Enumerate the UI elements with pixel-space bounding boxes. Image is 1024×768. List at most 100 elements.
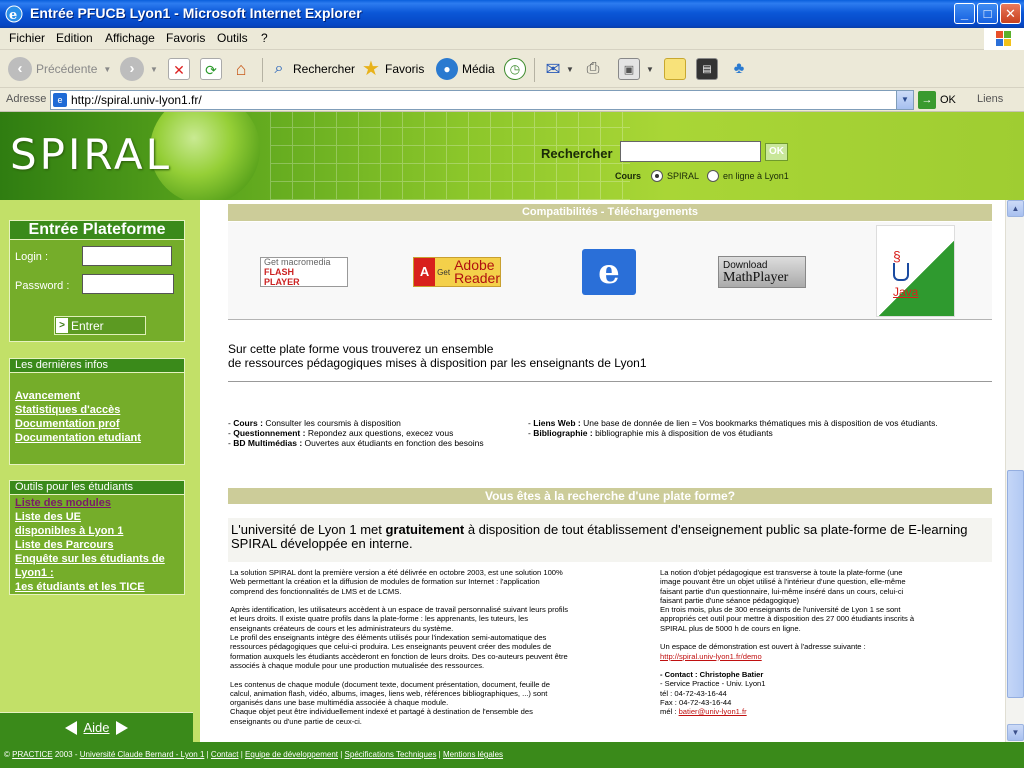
password-input[interactable]: [82, 274, 174, 294]
news-link-avancement[interactable]: Avancement: [15, 389, 184, 403]
scroll-thumb[interactable]: [1007, 470, 1024, 698]
back-label: Précédente: [36, 62, 98, 76]
edit-button[interactable]: ▣ ▼: [618, 56, 654, 82]
address-input[interactable]: e http://spiral.univ-lyon1.fr/ ▼: [50, 90, 914, 110]
tools-link-tice[interactable]: 1es étudiants et les TICE: [15, 580, 184, 594]
text-line: La solution SPIRAL dont la première vers…: [230, 568, 563, 577]
media-button[interactable]: ● Média: [436, 56, 495, 82]
forward-button[interactable]: › ▼: [120, 56, 158, 82]
arrow-right-icon[interactable]: [115, 720, 128, 735]
mathplayer-logo[interactable]: Download MathPlayer: [718, 256, 806, 288]
site-search-input[interactable]: [620, 141, 761, 162]
java-steam-icon: §: [893, 248, 901, 264]
intro-line-1: Sur cette plate forme vous trouverez un …: [228, 342, 494, 356]
feature-name: Liens Web: [533, 418, 576, 428]
refresh-button[interactable]: ⟳: [200, 56, 222, 82]
arrow-left-icon[interactable]: [65, 720, 78, 735]
mathplayer-name: MathPlayer: [723, 270, 789, 285]
menu-favoris[interactable]: Favoris: [166, 31, 205, 45]
description-left-column: La solution SPIRAL dont la première vers…: [230, 568, 640, 726]
text-line: En trois mois, plus de 300 enseignants d…: [660, 605, 901, 615]
login-label: Login :: [15, 251, 49, 263]
contact-email-link[interactable]: batier@univ-lyon1.fr: [679, 707, 747, 716]
radio-lyon[interactable]: [707, 170, 720, 182]
radio-lyon-label: en ligne à Lyon1: [723, 171, 789, 181]
news-link-doc-prof[interactable]: Documentation prof: [15, 417, 184, 431]
scroll-up-button[interactable]: ▲: [1007, 200, 1024, 217]
scope-label: Cours: [615, 171, 642, 181]
refresh-icon: ⟳: [200, 58, 222, 80]
tools-link-ue-2[interactable]: disponibles à Lyon 1: [15, 524, 184, 538]
research-button[interactable]: ▤: [696, 56, 718, 82]
news-link-statistiques[interactable]: Statistiques d'accès: [15, 403, 184, 417]
back-button[interactable]: ‹ Précédente ▼: [8, 56, 111, 82]
menu-edition[interactable]: Edition: [56, 31, 93, 45]
go-arrow-icon: →: [918, 91, 936, 109]
scroll-down-button[interactable]: ▼: [1007, 724, 1024, 741]
text-line: et leurs droits. Il existe quatre profil…: [230, 614, 528, 624]
radio-spiral[interactable]: [651, 170, 664, 182]
feature-desc: Consulter les coursmis à disposition: [265, 418, 401, 428]
tools-link-enquete[interactable]: Enquête sur les étudiants de: [15, 552, 184, 566]
right-text-block: La notion d'objet pédagogique est transv…: [660, 568, 980, 652]
stop-button[interactable]: ✕: [168, 56, 190, 82]
home-button[interactable]: ⌂: [230, 56, 252, 82]
login-input[interactable]: [82, 246, 172, 266]
footer-link-equipe[interactable]: Equipe de développement: [245, 750, 338, 759]
adobe-text: Adobe Reader: [450, 258, 500, 285]
menu-fichier[interactable]: Fichier: [9, 31, 45, 45]
window-title: Entrée PFUCB Lyon1 - Microsoft Internet …: [30, 5, 362, 21]
minimize-button[interactable]: _: [954, 3, 975, 24]
links-label[interactable]: Liens: [977, 93, 1003, 105]
search-button[interactable]: ⌕ Rechercher: [268, 56, 356, 82]
site-banner: SPIRAL Rechercher OK Cours SPIRAL en lig…: [0, 112, 1024, 200]
tagline-part-2: à disposition de tout établissement d'en…: [464, 522, 968, 537]
menu-affichage[interactable]: Affichage: [105, 31, 155, 45]
go-button[interactable]: → OK: [918, 91, 956, 109]
menu-outils[interactable]: Outils: [217, 31, 248, 45]
flash-text-2: FLASH: [264, 267, 294, 277]
arrow-right-icon: >: [56, 318, 68, 333]
demo-link[interactable]: http://spiral.univ-lyon1.fr/demo: [660, 652, 762, 661]
maximize-button[interactable]: □: [977, 3, 998, 24]
intro-line-2: de ressources pédagogiques mises à dispo…: [228, 356, 647, 370]
java-logo[interactable]: § Java: [876, 225, 955, 317]
adobe-reader-logo[interactable]: A Get Adobe Reader: [413, 257, 501, 287]
print-button[interactable]: ⎙: [582, 56, 604, 82]
chevron-down-icon[interactable]: ▼: [896, 91, 913, 109]
notes-button[interactable]: [664, 56, 686, 82]
site-search-ok-button[interactable]: OK: [765, 143, 788, 161]
menu-help[interactable]: ?: [261, 31, 268, 45]
copyright-symbol: ©: [4, 750, 10, 759]
site-search-label: Rechercher: [541, 146, 613, 161]
vertical-scrollbar[interactable]: ▲ ▼: [1005, 200, 1024, 742]
tools-link-parcours[interactable]: Liste des Parcours: [15, 538, 184, 552]
flash-text-3: PLAYER: [264, 277, 300, 287]
internet-explorer-logo[interactable]: e: [582, 249, 636, 295]
footer-link-mentions[interactable]: Mentions légales: [443, 750, 503, 759]
flash-player-logo[interactable]: Get macromedia FLASH PLAYER: [260, 257, 348, 287]
messenger-button[interactable]: ♣: [728, 56, 750, 82]
compat-logos: Get macromedia FLASH PLAYER A Get Adobe R…: [228, 222, 992, 320]
left-sidebar: Entrée Plateforme Login : Password : > E…: [0, 200, 200, 742]
tools-link-enquete-2[interactable]: Lyon1 :: [15, 566, 184, 580]
contact-service: - Service Practice - Univ. Lyon1: [660, 679, 766, 689]
history-icon: ◷: [504, 58, 526, 80]
mail-button[interactable]: ✉ ▼: [542, 56, 573, 82]
enter-button[interactable]: > Entrer: [54, 316, 146, 335]
tools-link-ue[interactable]: Liste des UE: [15, 510, 184, 524]
close-button[interactable]: ✕: [1000, 3, 1021, 24]
favorites-button[interactable]: ★ Favoris: [360, 56, 424, 82]
chevron-down-icon: ▼: [646, 64, 654, 74]
text-line: Chaque objet peut être individuellement …: [230, 707, 533, 717]
help-link[interactable]: Aide: [83, 720, 109, 735]
news-link-doc-etudiant[interactable]: Documentation etudiant: [15, 431, 184, 445]
messenger-icon: ♣: [733, 60, 745, 77]
search-section-header: Vous êtes à la recherche d'une plate for…: [228, 488, 992, 504]
footer-link-contact[interactable]: Contact: [211, 750, 239, 759]
tools-link-modules[interactable]: Liste des modules: [15, 496, 184, 510]
footer-link-ucbl[interactable]: Université Claude Bernard - Lyon 1: [80, 750, 205, 759]
footer-practice-link[interactable]: PRACTICE: [12, 750, 52, 759]
history-button[interactable]: ◷: [504, 56, 526, 82]
footer-link-specs[interactable]: Spécifications Techniques: [345, 750, 437, 759]
